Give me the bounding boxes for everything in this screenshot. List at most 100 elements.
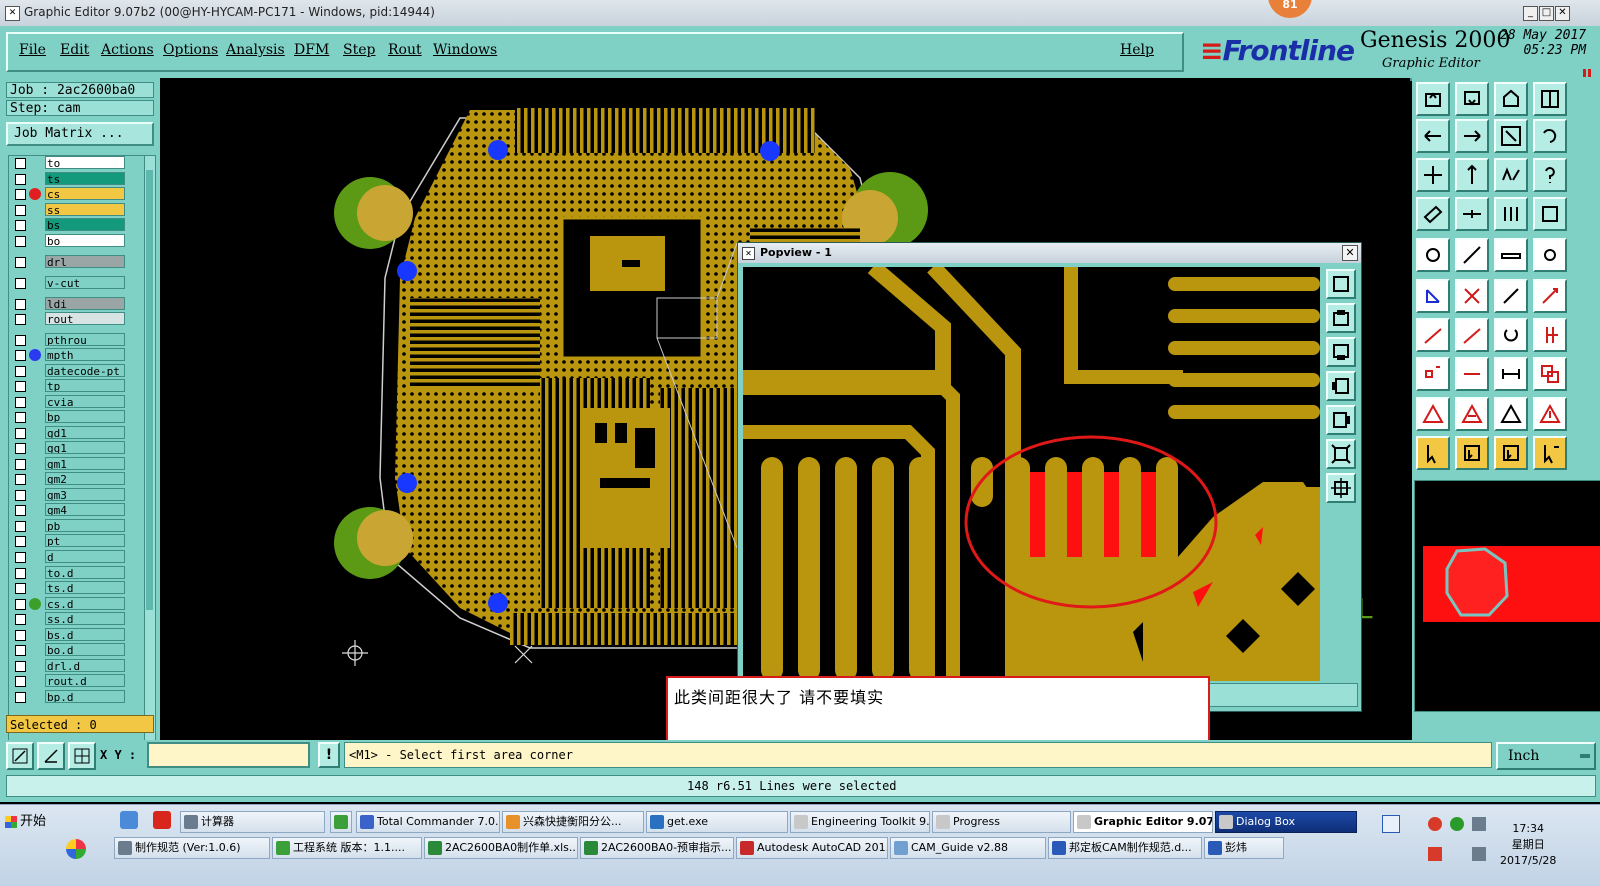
cross-icon[interactable] bbox=[1455, 279, 1489, 313]
popview-tool-6[interactable] bbox=[1326, 439, 1356, 469]
layer-checkbox[interactable] bbox=[15, 381, 26, 392]
layer-name[interactable]: v-cut bbox=[45, 276, 125, 289]
layer-row-cvia[interactable]: cvia bbox=[9, 395, 145, 409]
taskbar-button[interactable]: get.exe bbox=[646, 811, 788, 833]
layer-name[interactable]: rout.d bbox=[45, 674, 125, 687]
layer-name[interactable]: ts bbox=[45, 172, 125, 185]
layer-checkbox[interactable] bbox=[15, 676, 26, 687]
layer-row-ts[interactable]: ts bbox=[9, 172, 145, 186]
popview-tool-1[interactable] bbox=[1326, 269, 1356, 299]
taskbar-button[interactable]: Graphic Editor 9.07... bbox=[1073, 811, 1213, 833]
layer-checkbox[interactable] bbox=[15, 568, 26, 579]
taskbar-button[interactable] bbox=[330, 811, 352, 833]
layer-name[interactable]: pb bbox=[45, 519, 125, 532]
layer-checkbox[interactable] bbox=[15, 583, 26, 594]
layer-checkbox[interactable] bbox=[15, 350, 26, 361]
arrow-up-icon[interactable] bbox=[1416, 82, 1450, 116]
select-icon[interactable] bbox=[1455, 436, 1489, 470]
popview-tool-7[interactable] bbox=[1326, 473, 1356, 503]
layer-checkbox[interactable] bbox=[15, 158, 26, 169]
slash-blue-icon[interactable] bbox=[1455, 318, 1489, 352]
layer-checkbox[interactable] bbox=[15, 366, 26, 377]
layer-name[interactable]: ts.d bbox=[45, 581, 125, 594]
layer-row-rout.d[interactable]: rout.d bbox=[9, 674, 145, 688]
layer-affected-dot[interactable] bbox=[29, 188, 41, 200]
snap-icon[interactable] bbox=[1455, 197, 1489, 231]
windows-orb-icon[interactable] bbox=[66, 839, 86, 859]
layer-checkbox[interactable] bbox=[15, 490, 26, 501]
tray-icon-3[interactable] bbox=[1450, 817, 1464, 831]
zoom-fit-icon[interactable] bbox=[1494, 119, 1528, 153]
layer-name[interactable]: bp.d bbox=[45, 690, 125, 703]
layer-row-bo[interactable]: bo bbox=[9, 234, 145, 248]
layer-name[interactable]: gm2 bbox=[45, 472, 125, 485]
layer-checkbox[interactable] bbox=[15, 299, 26, 310]
layer-row-to.d[interactable]: to.d bbox=[9, 566, 145, 580]
layer-checkbox[interactable] bbox=[15, 428, 26, 439]
triangle-blue-icon[interactable] bbox=[1533, 397, 1567, 431]
taskbar-button[interactable]: Autodesk AutoCAD 201... bbox=[736, 837, 888, 859]
layer-row-pt[interactable]: pt bbox=[9, 534, 145, 548]
scale-icon[interactable] bbox=[1494, 158, 1528, 192]
layer-affected-dot[interactable] bbox=[29, 349, 41, 361]
taskbar-button[interactable]: Engineering Toolkit 9.... bbox=[790, 811, 930, 833]
units-dropdown[interactable]: Inch bbox=[1496, 742, 1596, 770]
layer-name[interactable]: gm1 bbox=[45, 457, 125, 470]
home-icon[interactable] bbox=[1494, 82, 1528, 116]
layer-checkbox[interactable] bbox=[15, 314, 26, 325]
layer-checkbox[interactable] bbox=[15, 205, 26, 216]
layer-checkbox[interactable] bbox=[15, 189, 26, 200]
layer-name[interactable]: bs bbox=[45, 218, 125, 231]
layer-name[interactable]: cs.d bbox=[45, 597, 125, 610]
layer-row-gm4[interactable]: gm4 bbox=[9, 503, 145, 517]
layer-checkbox[interactable] bbox=[15, 412, 26, 423]
taskbar-button[interactable]: 计算器 bbox=[180, 811, 325, 833]
window-icon[interactable] bbox=[1533, 82, 1567, 116]
layer-checkbox[interactable] bbox=[15, 521, 26, 532]
taskbar-button[interactable]: Progress bbox=[932, 811, 1071, 833]
network-icon[interactable] bbox=[1472, 817, 1486, 831]
layer-name[interactable]: bo.d bbox=[45, 643, 125, 656]
layer-toggle-icon[interactable] bbox=[1533, 197, 1567, 231]
taskbar-button[interactable]: 工程系统 版本：1.1.... bbox=[272, 837, 422, 859]
taskbar-button[interactable]: 2AC2600BA0制作单.xls... bbox=[424, 837, 578, 859]
minimize-icon[interactable]: _ bbox=[1523, 6, 1538, 21]
taskbar-button[interactable]: Dialog Box bbox=[1215, 811, 1357, 833]
layer-checkbox[interactable] bbox=[15, 692, 26, 703]
menu-rout[interactable]: Rout bbox=[388, 42, 422, 58]
layer-checkbox[interactable] bbox=[15, 505, 26, 516]
system-clock[interactable]: 17:34 星期日 2017/5/28 bbox=[1500, 821, 1556, 869]
layer-name[interactable]: tp bbox=[45, 379, 125, 392]
pan-vertical-icon[interactable] bbox=[1455, 158, 1489, 192]
exclamation-button[interactable]: ! bbox=[318, 742, 340, 768]
pad-icon[interactable] bbox=[1416, 238, 1450, 272]
menu-file[interactable]: File bbox=[19, 42, 46, 58]
menu-step[interactable]: Step bbox=[343, 42, 375, 58]
line-icon[interactable] bbox=[1455, 238, 1489, 272]
select-link-icon[interactable] bbox=[1533, 436, 1567, 470]
popview-window[interactable]: ✕ Popview - 1 ✕ bbox=[737, 242, 1362, 712]
job-matrix-button[interactable]: Job Matrix ... bbox=[6, 122, 154, 146]
layer-scrollbar[interactable] bbox=[144, 155, 156, 791]
layer-row-bp.d[interactable]: bp.d bbox=[9, 690, 145, 704]
layer-row-datecode-pt[interactable]: datecode-pt bbox=[9, 364, 145, 378]
layer-name[interactable]: datecode-pt bbox=[45, 364, 125, 377]
arrow-right-icon[interactable] bbox=[1455, 119, 1489, 153]
pdf-icon[interactable] bbox=[153, 811, 171, 829]
select-box-icon[interactable] bbox=[1494, 436, 1528, 470]
layer-name[interactable]: mpth bbox=[45, 348, 125, 361]
layer-checkbox[interactable] bbox=[15, 552, 26, 563]
layer-row-cs[interactable]: cs bbox=[9, 187, 145, 201]
taskbar-button[interactable]: Total Commander 7.0... bbox=[356, 811, 500, 833]
mirror-icon[interactable] bbox=[1533, 318, 1567, 352]
xy-input[interactable] bbox=[147, 742, 310, 768]
layer-checkbox[interactable] bbox=[15, 630, 26, 641]
zoom-area-icon[interactable] bbox=[6, 742, 34, 770]
taskbar-button[interactable]: 邦定板CAM制作规范.d... bbox=[1048, 837, 1202, 859]
layer-row-ss[interactable]: ss bbox=[9, 203, 145, 217]
arrow-left-icon[interactable] bbox=[1416, 119, 1450, 153]
palette-icon[interactable] bbox=[1416, 197, 1450, 231]
layer-affected-dot[interactable] bbox=[29, 598, 41, 610]
layer-name[interactable]: bs.d bbox=[45, 628, 125, 641]
layer-row-gm3[interactable]: gm3 bbox=[9, 488, 145, 502]
